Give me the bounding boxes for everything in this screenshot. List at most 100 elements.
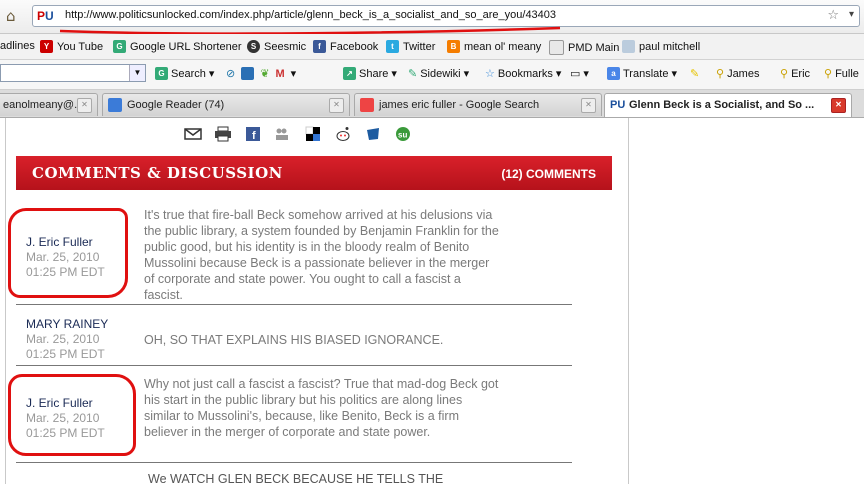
comments-count[interactable]: (12) COMMENTS bbox=[501, 167, 596, 181]
toolbar-icons: ⊘ ❦ M ▾ bbox=[226, 67, 297, 80]
bookmark-label: adlines bbox=[0, 40, 35, 52]
google-icon: G bbox=[113, 40, 126, 53]
address-bar: ⌂ PU http://www.politicsunlocked.com/ind… bbox=[0, 0, 864, 35]
close-icon[interactable]: ✕ bbox=[329, 98, 344, 113]
bookmark-item[interactable]: G Google URL Shortener bbox=[113, 40, 242, 53]
bookmark-label: Twitter bbox=[403, 40, 436, 53]
bookmarks-bar: adlines Y You Tube G Google URL Shortener … bbox=[0, 34, 864, 60]
page-content: f su COMMENTS & DISCUSSION (12) COMMENTS… bbox=[0, 118, 864, 486]
youtube-icon: Y bbox=[40, 40, 53, 53]
profile-james[interactable]: ⚲ James bbox=[716, 67, 760, 81]
close-icon[interactable]: ✕ bbox=[77, 98, 92, 113]
tab-google-reader[interactable]: Google Reader (74) ✕ bbox=[102, 93, 350, 116]
facebook-icon: f bbox=[313, 40, 326, 53]
bookmark-label: Google URL Shortener bbox=[130, 40, 242, 53]
comment-time: 01:25 PM EDT bbox=[26, 347, 105, 361]
bookmark-item[interactable]: S Seesmic bbox=[247, 40, 306, 53]
leaf-icon[interactable]: ❦ bbox=[260, 67, 269, 80]
delicious-icon[interactable] bbox=[304, 126, 322, 142]
bookmark-item[interactable]: t Twitter bbox=[386, 40, 435, 53]
highlighter-icon[interactable]: ✎ bbox=[690, 67, 699, 80]
tab-email[interactable]: eanolmeany@... ✕ bbox=[0, 93, 98, 116]
search-icon: ⚲ bbox=[716, 68, 725, 80]
digg-icon[interactable] bbox=[364, 126, 382, 142]
share-button[interactable]: ↗ Share ▾ bbox=[343, 67, 397, 80]
search-icon: ⚲ bbox=[780, 68, 789, 80]
tab-label: Glenn Beck is a Socialist, and So ... bbox=[629, 99, 815, 111]
stumbleupon-icon[interactable]: su bbox=[394, 126, 412, 142]
bookmark-item[interactable]: f Facebook bbox=[313, 40, 378, 53]
bookmark-item[interactable]: paul mitchell bbox=[622, 40, 700, 53]
twitter-icon: t bbox=[386, 40, 399, 53]
facebook-icon[interactable]: f bbox=[244, 126, 262, 142]
google-icon bbox=[360, 98, 374, 112]
search-icon: ⚲ bbox=[824, 68, 833, 80]
comment-text: OH, SO THAT EXPLAINS HIS BIASED IGNORANC… bbox=[144, 333, 444, 347]
comment-text: Why not just call a fascist a fascist? T… bbox=[144, 377, 499, 439]
comments-banner: COMMENTS & DISCUSSION (12) COMMENTS bbox=[16, 156, 612, 190]
folder-icon: ▭ bbox=[570, 68, 581, 80]
share-icons-row: f su bbox=[184, 126, 412, 142]
sidewiki-button[interactable]: ✎ Sidewiki ▾ bbox=[408, 67, 469, 81]
reddit-icon[interactable] bbox=[334, 126, 352, 142]
translate-button[interactable]: a Translate ▾ bbox=[607, 67, 677, 80]
divider bbox=[628, 118, 629, 484]
search-button[interactable]: G Search ▾ bbox=[155, 67, 214, 80]
bookmark-item[interactable]: PMD Main bbox=[549, 40, 619, 55]
toolbar-folder[interactable]: ▭ ▾ bbox=[570, 67, 589, 80]
image-icon bbox=[622, 40, 635, 53]
blogger-icon: B bbox=[447, 40, 460, 53]
profile-label: James bbox=[727, 67, 760, 80]
comment-item: MARY RAINEY Mar. 25, 2010 01:25 PM EDT O… bbox=[16, 305, 572, 366]
bookmarks-label: Bookmarks bbox=[497, 67, 553, 80]
comments-title: COMMENTS & DISCUSSION bbox=[32, 164, 283, 182]
myspace-icon[interactable] bbox=[274, 126, 292, 142]
tab-label: Google Reader (74) bbox=[127, 99, 225, 111]
camera-icon[interactable] bbox=[241, 67, 255, 80]
sidewiki-icon: ✎ bbox=[408, 68, 418, 80]
compass-icon[interactable]: ⊘ bbox=[226, 67, 235, 80]
annotation-circle bbox=[8, 208, 128, 298]
bookmark-item[interactable]: Bmean ol' meany bbox=[447, 40, 541, 53]
translate-icon: a bbox=[607, 67, 620, 80]
gmail-icon[interactable]: M bbox=[275, 68, 284, 80]
comment-text: We WATCH GLEN BECK BECAUSE HE TELLS THE bbox=[148, 472, 444, 486]
page-icon bbox=[549, 40, 564, 55]
bookmark-item[interactable]: adlines bbox=[0, 40, 35, 52]
google-icon: G bbox=[155, 67, 168, 80]
share-icon: ↗ bbox=[343, 67, 356, 80]
close-icon[interactable]: ✕ bbox=[581, 98, 596, 113]
chevron-down-icon[interactable]: ▼ bbox=[129, 65, 145, 81]
bookmark-label: PMD Main bbox=[568, 41, 620, 54]
profile-label: Eric bbox=[791, 67, 811, 80]
profile-eric[interactable]: ⚲ Eric bbox=[780, 67, 811, 81]
tab-active-article[interactable]: PU Glenn Beck is a Socialist, and So ...… bbox=[604, 93, 852, 117]
bookmark-label: paul mitchell bbox=[639, 40, 701, 53]
comment-author[interactable]: MARY RAINEY bbox=[26, 317, 108, 331]
bookmark-label: Seesmic bbox=[264, 40, 307, 53]
sidewiki-label: Sidewiki bbox=[420, 67, 461, 80]
bookmark-item[interactable]: Y You Tube bbox=[40, 40, 103, 53]
bookmarks-button[interactable]: ☆ Bookmarks ▾ bbox=[485, 67, 561, 81]
share-label: Share bbox=[359, 67, 389, 80]
tab-google-search[interactable]: james eric fuller - Google Search ✕ bbox=[354, 93, 602, 116]
seesmic-icon: S bbox=[247, 40, 260, 53]
bookmark-label: You Tube bbox=[57, 40, 104, 53]
tab-bar: eanolmeany@... ✕ Google Reader (74) ✕ ja… bbox=[0, 90, 864, 118]
profile-label: Fulle bbox=[835, 67, 859, 80]
close-icon[interactable]: ✕ bbox=[831, 98, 846, 113]
email-icon[interactable] bbox=[184, 126, 202, 142]
toolbar-search-input[interactable]: ▼ bbox=[0, 64, 146, 82]
google-reader-icon bbox=[108, 98, 122, 112]
star-icon: ☆ bbox=[485, 68, 495, 80]
profile-fuller[interactable]: ⚲ Fulle bbox=[824, 67, 859, 81]
print-icon[interactable] bbox=[214, 126, 232, 142]
search-label: Search bbox=[171, 67, 206, 80]
bookmark-label: mean ol' meany bbox=[464, 40, 542, 53]
svg-text:su: su bbox=[398, 131, 407, 140]
bookmark-label: Facebook bbox=[330, 40, 379, 53]
annotation-circle bbox=[8, 374, 136, 456]
site-favicon: PU bbox=[610, 99, 626, 111]
tab-label: james eric fuller - Google Search bbox=[379, 99, 540, 111]
google-toolbar: ▼ G Search ▾ ⊘ ❦ M ▾ ↗ Share ▾ ✎ Sidewiki ▾ ☆… bbox=[0, 60, 864, 90]
